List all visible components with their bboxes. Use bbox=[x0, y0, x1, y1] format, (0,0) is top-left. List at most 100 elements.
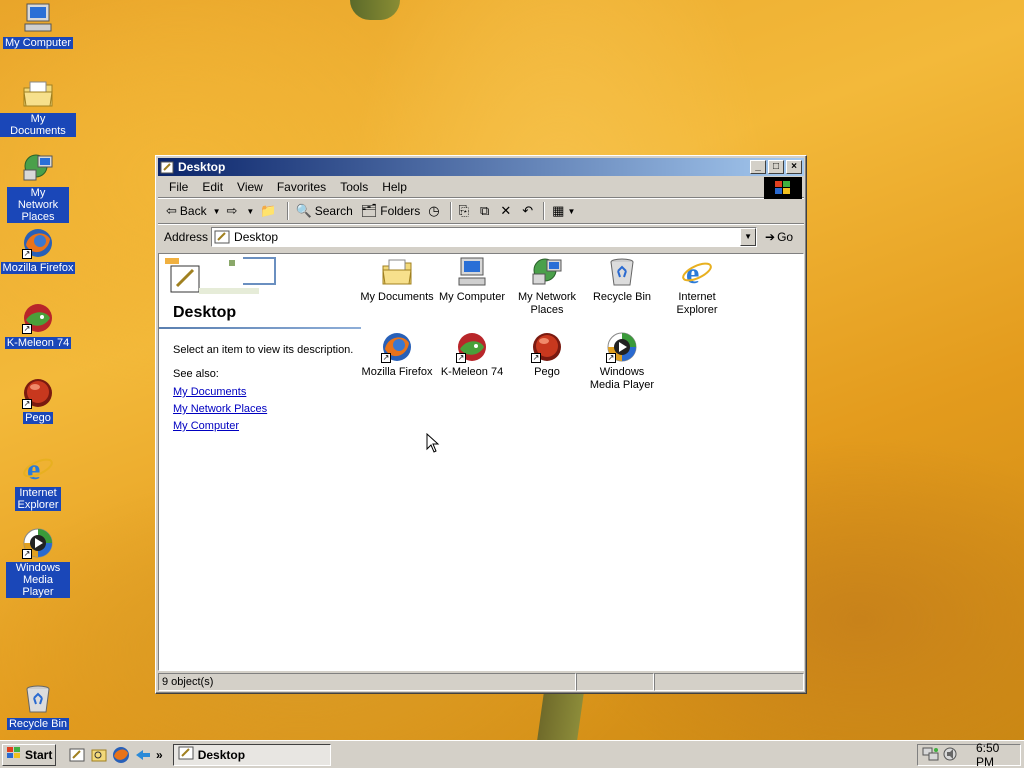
firefox-icon: ↗ bbox=[381, 331, 413, 363]
shortcut-arrow-icon: ↗ bbox=[606, 353, 616, 363]
address-input[interactable]: Desktop ▼ bbox=[211, 226, 758, 247]
desktop-icon-network-places[interactable]: My Network Places bbox=[0, 152, 76, 223]
item-label: Internet Explorer bbox=[676, 291, 718, 316]
desktop-icon-recycle-bin[interactable]: Recycle Bin bbox=[0, 683, 76, 730]
maximize-button[interactable]: □ bbox=[768, 160, 784, 174]
address-dropdown-button[interactable]: ▼ bbox=[740, 227, 757, 246]
forward-dropdown[interactable]: ▼ bbox=[244, 200, 256, 222]
search-button[interactable]: 🔍 Search bbox=[292, 200, 357, 222]
link-my-network-places[interactable]: My Network Places bbox=[173, 403, 267, 415]
my-documents-icon bbox=[22, 78, 54, 110]
quick-launch: » bbox=[66, 746, 163, 764]
menu-file[interactable]: File bbox=[162, 180, 195, 194]
close-button[interactable]: × bbox=[786, 160, 802, 174]
item-label: K-Meleon 74 bbox=[440, 366, 504, 378]
address-value: Desktop bbox=[234, 229, 279, 244]
desktop-icon-label: My Documents bbox=[0, 113, 76, 137]
desktop-icon-my-documents[interactable]: My Documents bbox=[0, 78, 76, 137]
menu-help[interactable]: Help bbox=[375, 180, 414, 194]
item-k-meleon[interactable]: ↗ K-Meleon 74 bbox=[434, 331, 510, 379]
views-button[interactable]: ▦ ▼ bbox=[548, 200, 579, 222]
start-button[interactable]: Start bbox=[2, 743, 56, 766]
item-firefox[interactable]: ↗ Mozilla Firefox bbox=[359, 331, 435, 379]
taskbar-button-label: Desktop bbox=[197, 747, 246, 762]
link-quicklaunch-icon[interactable] bbox=[134, 746, 152, 764]
desktop-icon-label: Pego bbox=[23, 412, 53, 424]
up-folder-button[interactable]: 📁 bbox=[256, 200, 283, 222]
item-label: Windows Media Player bbox=[589, 366, 655, 391]
undo-icon: ↶ bbox=[522, 203, 534, 218]
back-label: Back bbox=[179, 204, 207, 218]
folders-button[interactable]: 🗂 Folders bbox=[357, 200, 425, 222]
show-desktop-icon[interactable] bbox=[68, 746, 86, 764]
svg-text:e: e bbox=[686, 257, 699, 288]
status-panel-2 bbox=[576, 673, 654, 691]
firefox-icon: ↗ bbox=[22, 227, 54, 259]
item-pego[interactable]: ↗ Pego bbox=[509, 331, 585, 379]
see-also-label: See also: bbox=[173, 368, 219, 380]
item-grid: My Documents My Computer My Network Plac… bbox=[359, 254, 799, 670]
mouse-cursor-icon bbox=[426, 433, 440, 453]
copy-to-button[interactable]: ⧉ bbox=[476, 200, 496, 222]
back-button[interactable]: ⇦ Back bbox=[162, 200, 211, 222]
desktop-icon-label: Mozilla Firefox bbox=[0, 262, 76, 274]
menu-tools[interactable]: Tools bbox=[333, 180, 375, 194]
folder-window-icon bbox=[160, 160, 174, 174]
back-dropdown[interactable]: ▼ bbox=[211, 200, 223, 222]
undo-button[interactable]: ↶ bbox=[518, 200, 540, 222]
item-label: Mozilla Firefox bbox=[361, 366, 433, 378]
menu-favorites[interactable]: Favorites bbox=[270, 180, 333, 194]
toolbar-separator bbox=[286, 202, 289, 220]
item-internet-explorer[interactable]: e Internet Explorer bbox=[659, 256, 735, 317]
go-button[interactable]: ➔ Go bbox=[765, 230, 793, 244]
link-my-documents[interactable]: My Documents bbox=[173, 386, 246, 398]
item-my-computer[interactable]: My Computer bbox=[434, 256, 510, 304]
desktop-icon-firefox[interactable]: ↗ Mozilla Firefox bbox=[0, 227, 76, 274]
window-title: Desktop bbox=[178, 160, 226, 174]
item-label: My Network Places bbox=[517, 291, 577, 316]
desktop-icon-media-player[interactable]: ↗ Windows Media Player bbox=[0, 527, 76, 598]
status-object-count: 9 object(s) bbox=[158, 673, 576, 691]
delete-button[interactable]: ✕ bbox=[496, 200, 518, 222]
explorer-quicklaunch-icon[interactable] bbox=[90, 746, 108, 764]
desktop-icon-k-meleon[interactable]: ↗ K-Meleon 74 bbox=[0, 302, 76, 349]
firefox-quicklaunch-icon[interactable] bbox=[112, 746, 130, 764]
shortcut-arrow-icon: ↗ bbox=[22, 249, 32, 259]
views-dropdown-icon: ▼ bbox=[567, 206, 576, 216]
item-recycle-bin[interactable]: Recycle Bin bbox=[584, 256, 660, 304]
k-meleon-icon: ↗ bbox=[22, 302, 54, 334]
shortcut-arrow-icon: ↗ bbox=[456, 353, 466, 363]
move-to-button[interactable]: ⎘ bbox=[455, 200, 476, 222]
address-bar: Address Desktop ▼ ➔ Go bbox=[158, 224, 804, 248]
minimize-button[interactable]: _ bbox=[750, 160, 766, 174]
item-label: Recycle Bin bbox=[592, 291, 652, 303]
desktop-icon-internet-explorer[interactable]: e Internet Explorer bbox=[0, 452, 76, 511]
menu-edit[interactable]: Edit bbox=[195, 180, 230, 194]
shortcut-arrow-icon: ↗ bbox=[381, 353, 391, 363]
menu-view[interactable]: View bbox=[230, 180, 270, 194]
explorer-window[interactable]: Desktop _ □ × File Edit View Favorites T… bbox=[155, 155, 807, 694]
clock[interactable]: 6:50 PM bbox=[976, 741, 1020, 768]
my-computer-icon bbox=[22, 2, 54, 34]
network-tray-icon[interactable] bbox=[922, 746, 940, 765]
folder-content[interactable]: Desktop Select an item to view its descr… bbox=[158, 253, 804, 671]
shortcut-arrow-icon: ↗ bbox=[22, 549, 32, 559]
desktop-icon-label: Internet Explorer bbox=[15, 487, 61, 511]
volume-tray-icon[interactable] bbox=[942, 746, 958, 765]
back-arrow-icon: ⇦ bbox=[166, 203, 177, 218]
folders-icon: 🗂 bbox=[360, 203, 378, 218]
copy-to-icon: ⧉ bbox=[480, 203, 490, 218]
item-network-places[interactable]: My Network Places bbox=[509, 256, 585, 317]
item-media-player[interactable]: ↗ Windows Media Player bbox=[584, 331, 660, 392]
link-my-computer[interactable]: My Computer bbox=[173, 420, 239, 432]
item-my-documents[interactable]: My Documents bbox=[359, 256, 435, 304]
desktop-icon-label: My Network Places bbox=[7, 187, 69, 223]
forward-button[interactable]: ⇨ bbox=[223, 200, 245, 222]
taskbar-button-desktop[interactable]: Desktop bbox=[172, 743, 331, 766]
desktop-icon-my-computer[interactable]: My Computer bbox=[0, 2, 76, 49]
recycle-bin-icon bbox=[606, 256, 638, 288]
title-bar[interactable]: Desktop _ □ × bbox=[158, 158, 804, 176]
quick-launch-more[interactable]: » bbox=[156, 748, 163, 762]
history-button[interactable]: ◷ bbox=[424, 200, 446, 222]
desktop-icon-pego[interactable]: ↗ Pego bbox=[0, 377, 76, 424]
